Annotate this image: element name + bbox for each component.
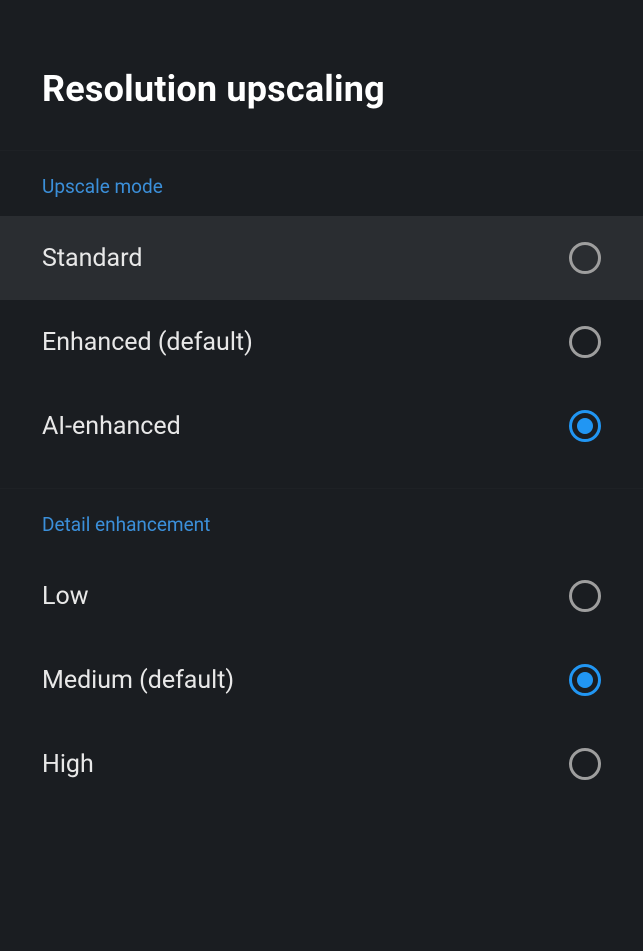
option-label: Medium (default): [42, 666, 234, 695]
option-label: High: [42, 750, 94, 779]
section-header-detail-enhancement: Detail enhancement: [0, 488, 643, 554]
option-label: Enhanced (default): [42, 328, 253, 357]
radio-icon: [569, 326, 601, 358]
radio-icon: [569, 242, 601, 274]
radio-icon: [569, 580, 601, 612]
page-title: Resolution upscaling: [42, 68, 601, 110]
page-header: Resolution upscaling: [0, 0, 643, 150]
option-low[interactable]: Low: [0, 554, 643, 638]
option-label: AI-enhanced: [42, 412, 181, 441]
radio-icon: [569, 410, 601, 442]
option-label: Standard: [42, 244, 142, 273]
option-medium-default[interactable]: Medium (default): [0, 638, 643, 722]
option-high[interactable]: High: [0, 722, 643, 806]
option-enhanced-default[interactable]: Enhanced (default): [0, 300, 643, 384]
option-standard[interactable]: Standard: [0, 216, 643, 300]
section-gap: [0, 468, 643, 488]
section-header-upscale-mode: Upscale mode: [0, 150, 643, 216]
radio-icon: [569, 664, 601, 696]
radio-icon: [569, 748, 601, 780]
option-ai-enhanced[interactable]: AI-enhanced: [0, 384, 643, 468]
option-label: Low: [42, 582, 89, 611]
